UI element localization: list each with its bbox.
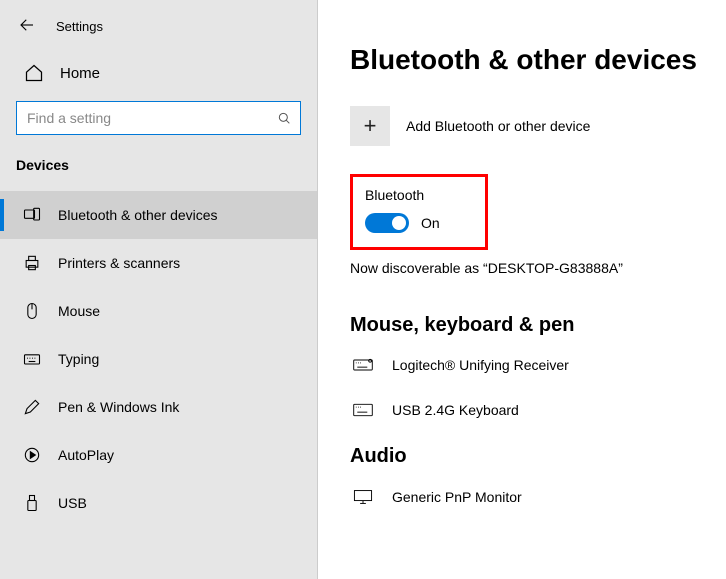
search-icon <box>276 110 292 126</box>
section-peripherals-title: Mouse, keyboard & pen <box>350 314 726 337</box>
printer-icon <box>22 253 42 273</box>
app-title: Settings <box>56 19 103 34</box>
sidebar-section-header: Devices <box>0 147 317 191</box>
sidebar-item-label: Pen & Windows Ink <box>58 399 179 415</box>
nav-home[interactable]: Home <box>0 53 317 93</box>
device-name: Logitech® Unifying Receiver <box>392 357 569 373</box>
sidebar-item-label: Mouse <box>58 303 100 319</box>
keyboard-icon <box>350 355 376 375</box>
autoplay-icon <box>22 445 42 465</box>
search-input[interactable] <box>27 110 276 126</box>
home-icon <box>24 63 44 83</box>
bluetooth-label: Bluetooth <box>365 187 473 203</box>
sidebar-nav: Bluetooth & other devices Printers & sca… <box>0 191 317 527</box>
section-audio-title: Audio <box>350 445 726 468</box>
pen-icon <box>22 397 42 417</box>
sidebar: Settings Home Devices <box>0 0 318 579</box>
bluetooth-toggle-highlight: Bluetooth On <box>350 174 488 250</box>
sidebar-item-label: Typing <box>58 351 99 367</box>
sidebar-item-printers[interactable]: Printers & scanners <box>0 239 317 287</box>
sidebar-item-usb[interactable]: USB <box>0 479 317 527</box>
main-content: Bluetooth & other devices + Add Bluetoot… <box>318 0 726 579</box>
sidebar-item-label: AutoPlay <box>58 447 114 463</box>
titlebar: Settings <box>0 0 317 53</box>
search-box[interactable] <box>16 101 301 135</box>
sidebar-item-typing[interactable]: Typing <box>0 335 317 383</box>
plus-icon: + <box>350 106 390 146</box>
sidebar-item-label: USB <box>58 495 87 511</box>
discoverable-status: Now discoverable as “DESKTOP-G83888A” <box>350 260 726 276</box>
device-item[interactable]: Logitech® Unifying Receiver <box>350 355 726 375</box>
mouse-icon <box>22 301 42 321</box>
add-device-button[interactable]: + Add Bluetooth or other device <box>350 106 726 146</box>
bluetooth-state: On <box>421 215 440 231</box>
bluetooth-toggle[interactable] <box>365 213 409 233</box>
device-name: Generic PnP Monitor <box>392 489 522 505</box>
device-item[interactable]: USB 2.4G Keyboard <box>350 401 726 419</box>
sidebar-item-label: Printers & scanners <box>58 255 180 271</box>
sidebar-item-pen[interactable]: Pen & Windows Ink <box>0 383 317 431</box>
home-label: Home <box>60 65 100 82</box>
toggle-knob <box>392 216 406 230</box>
monitor-icon <box>350 486 376 508</box>
settings-window: Settings Home Devices <box>0 0 726 579</box>
sidebar-item-mouse[interactable]: Mouse <box>0 287 317 335</box>
usb-icon <box>22 493 42 513</box>
keyboard-icon <box>350 401 376 419</box>
devices-icon <box>22 205 42 225</box>
device-item[interactable]: Generic PnP Monitor <box>350 486 726 508</box>
sidebar-item-autoplay[interactable]: AutoPlay <box>0 431 317 479</box>
keyboard-icon <box>22 349 42 369</box>
sidebar-item-bluetooth[interactable]: Bluetooth & other devices <box>0 191 317 239</box>
add-device-label: Add Bluetooth or other device <box>406 118 590 134</box>
device-name: USB 2.4G Keyboard <box>392 402 519 418</box>
sidebar-item-label: Bluetooth & other devices <box>58 207 218 223</box>
page-title: Bluetooth & other devices <box>350 44 726 76</box>
back-icon[interactable] <box>18 16 36 37</box>
